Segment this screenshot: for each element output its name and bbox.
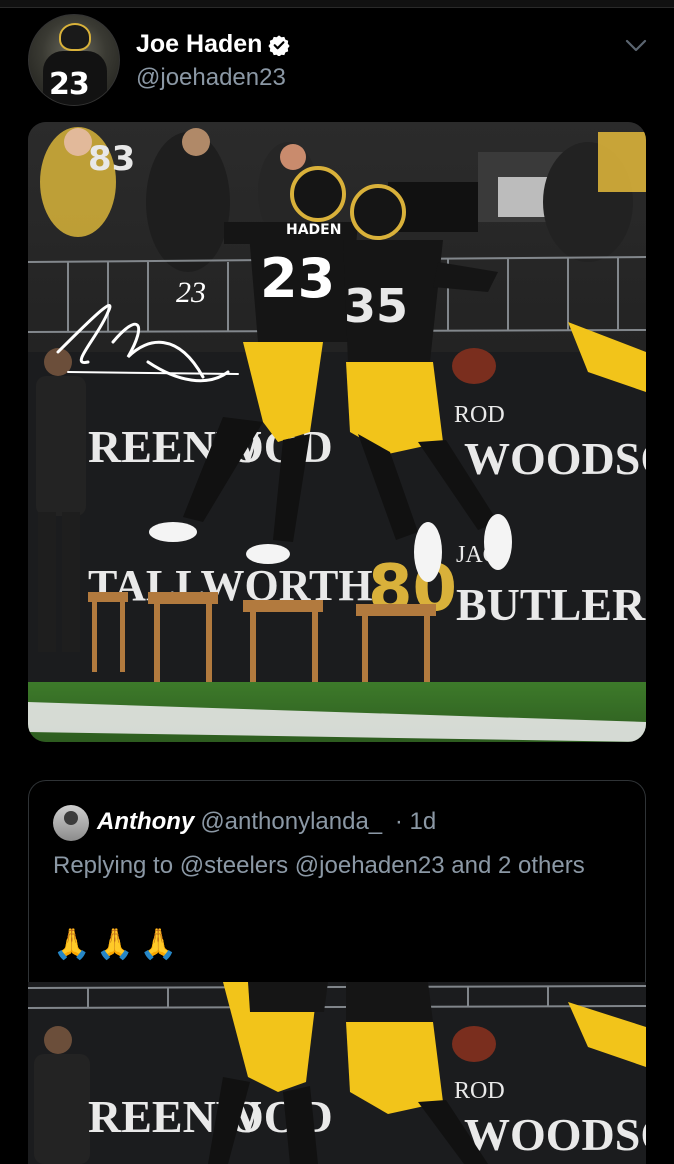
tweet-photo[interactable]: 83 REENW OOD ROD WOODSO TALLWORTH 80 JAC…: [28, 122, 646, 742]
reply-time: · 1d: [394, 808, 437, 835]
replying-to-text: Replying to @steelers @joehaden23 and 2 …: [53, 852, 585, 879]
reply-meta: Anthony @anthonylanda_ · 1d: [97, 808, 436, 836]
reply-wall-woodson: WOODSO: [464, 1109, 646, 1160]
reply-photo-illustration: REENW OOD ROD WOODSO: [28, 982, 646, 1164]
author-name[interactable]: Joe Haden: [136, 30, 262, 59]
reply-author-name[interactable]: Anthony: [97, 808, 194, 835]
verified-badge-icon: [268, 34, 291, 56]
fan-jersey-number: 83: [88, 139, 135, 179]
wall-first-name-rod: ROD: [454, 402, 505, 428]
reply-author-handle[interactable]: @anthonylanda_: [200, 808, 382, 835]
wall-name-stallworth: TALLWORTH: [88, 561, 373, 610]
chevron-down-icon[interactable]: [624, 36, 648, 54]
wall-name-butler: BUTLER: [456, 579, 646, 630]
author-name-row[interactable]: Joe Haden: [136, 30, 291, 59]
prayer-hands-emoji: 🙏🙏🙏: [53, 927, 184, 962]
author-handle[interactable]: @joehaden23: [136, 64, 286, 92]
photo-illustration: 83 REENW OOD ROD WOODSO TALLWORTH 80 JAC…: [28, 122, 646, 742]
player-right-number: 35: [344, 279, 408, 333]
reply-photo[interactable]: REENW OOD ROD WOODSO: [28, 982, 646, 1164]
top-divider: [0, 0, 674, 8]
player-left-number: 23: [260, 247, 335, 310]
tweet-header: 23 Joe Haden @joehaden23: [28, 14, 658, 110]
reply-author-avatar[interactable]: [53, 805, 89, 841]
player-left-name: HADEN: [286, 222, 341, 238]
author-avatar[interactable]: 23: [28, 14, 120, 106]
avatar-helmet: [59, 23, 91, 51]
autograph-number: 23: [176, 276, 206, 309]
avatar-jersey-number: 23: [49, 67, 90, 102]
reply-wall-rod: ROD: [454, 1078, 505, 1104]
wall-name-woodson: WOODSO: [464, 433, 646, 484]
